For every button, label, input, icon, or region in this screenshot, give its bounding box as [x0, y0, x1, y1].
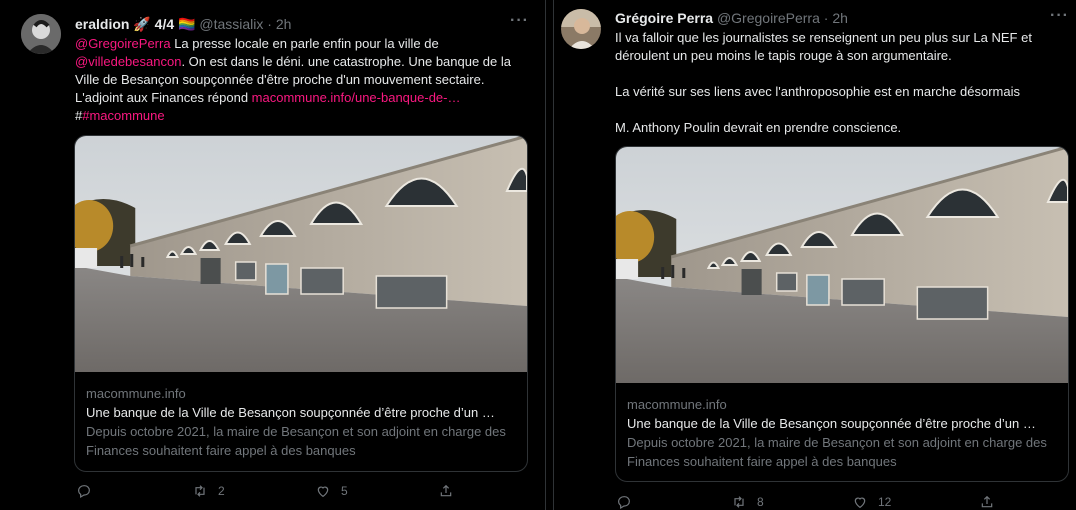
share-icon [438, 483, 454, 499]
card-description: Depuis octobre 2021, la maire de Besanço… [86, 424, 506, 458]
like-count: 5 [341, 484, 348, 498]
author-handle[interactable]: @GregoirePerra [717, 10, 820, 26]
mention-link[interactable]: @villedebesancon [75, 54, 181, 69]
tweet-header: eraldion 🚀 4/4 🏳️‍🌈 @tassialix · 2h [75, 15, 291, 33]
tweet-card[interactable]: Grégoire Perra @GregoirePerra · 2h ··· I… [553, 0, 1076, 510]
reply-button[interactable] [76, 483, 102, 499]
share-button[interactable] [979, 494, 995, 510]
tweet-header: Grégoire Perra @GregoirePerra · 2h [615, 9, 848, 27]
card-title: Une banque de la Ville de Besançon soupç… [627, 416, 1036, 431]
hashtag-link[interactable]: #macommune [82, 108, 164, 123]
more-options-icon[interactable]: ··· [510, 12, 529, 30]
reply-button[interactable] [616, 494, 642, 510]
mention-link[interactable]: @GregoirePerra [75, 36, 171, 51]
share-icon [979, 494, 995, 510]
like-button[interactable]: 5 [315, 483, 348, 499]
retweet-count: 8 [757, 495, 764, 509]
author-handle[interactable]: @tassialix [199, 16, 263, 32]
like-count: 12 [878, 495, 892, 509]
separator: · [267, 16, 272, 32]
tweet-text: Il va falloir que les journalistes se re… [615, 29, 1055, 137]
link-preview-card[interactable]: macommune.info Une banque de la Ville de… [615, 146, 1069, 482]
timestamp[interactable]: 2h [832, 10, 848, 26]
tweet-card[interactable]: eraldion 🚀 4/4 🏳️‍🌈 @tassialix · 2h ··· … [0, 0, 545, 510]
like-icon [315, 483, 331, 499]
tweet-paragraph: La vérité sur ses liens avec l'anthropos… [615, 84, 1020, 99]
url-link[interactable]: macommune.info/une-banque-de-… [252, 90, 461, 105]
like-icon [852, 494, 868, 510]
like-button[interactable]: 12 [852, 494, 891, 510]
share-button[interactable] [438, 483, 454, 499]
tweet-text: @GregoirePerra La presse locale en parle… [75, 35, 530, 125]
avatar-photo-icon [21, 14, 61, 54]
author-name[interactable]: Grégoire Perra [615, 10, 713, 26]
author-name[interactable]: eraldion [75, 16, 129, 32]
column-divider [545, 0, 553, 510]
avatar[interactable] [21, 14, 61, 54]
preview-image [75, 136, 527, 372]
retweet-button[interactable]: 8 [731, 494, 764, 510]
retweet-count: 2 [218, 484, 225, 498]
tweet-paragraph: Il va falloir que les journalistes se re… [615, 30, 1032, 63]
link-preview-card[interactable]: macommune.info Une banque de la Ville de… [74, 135, 528, 472]
card-description: Depuis octobre 2021, la maire de Besanço… [627, 435, 1047, 469]
avatar[interactable] [561, 9, 601, 49]
avatar-photo-icon [561, 9, 601, 49]
card-domain: macommune.info [627, 397, 727, 412]
more-options-icon[interactable]: ··· [1050, 7, 1069, 25]
separator: · [823, 10, 829, 26]
tweet-text-segment: La presse locale en parle enfin pour la … [170, 36, 439, 51]
timestamp[interactable]: 2h [276, 16, 292, 32]
reply-icon [616, 494, 632, 510]
retweet-icon [192, 483, 208, 499]
card-title: Une banque de la Ville de Besançon soupç… [86, 405, 495, 420]
retweet-icon [731, 494, 747, 510]
author-badges: 🚀 4/4 🏳️‍🌈 [133, 16, 196, 32]
retweet-button[interactable]: 2 [192, 483, 225, 499]
tweet-paragraph: M. Anthony Poulin devrait en prendre con… [615, 120, 902, 135]
card-domain: macommune.info [86, 386, 186, 401]
preview-image [616, 147, 1068, 383]
reply-icon [76, 483, 92, 499]
